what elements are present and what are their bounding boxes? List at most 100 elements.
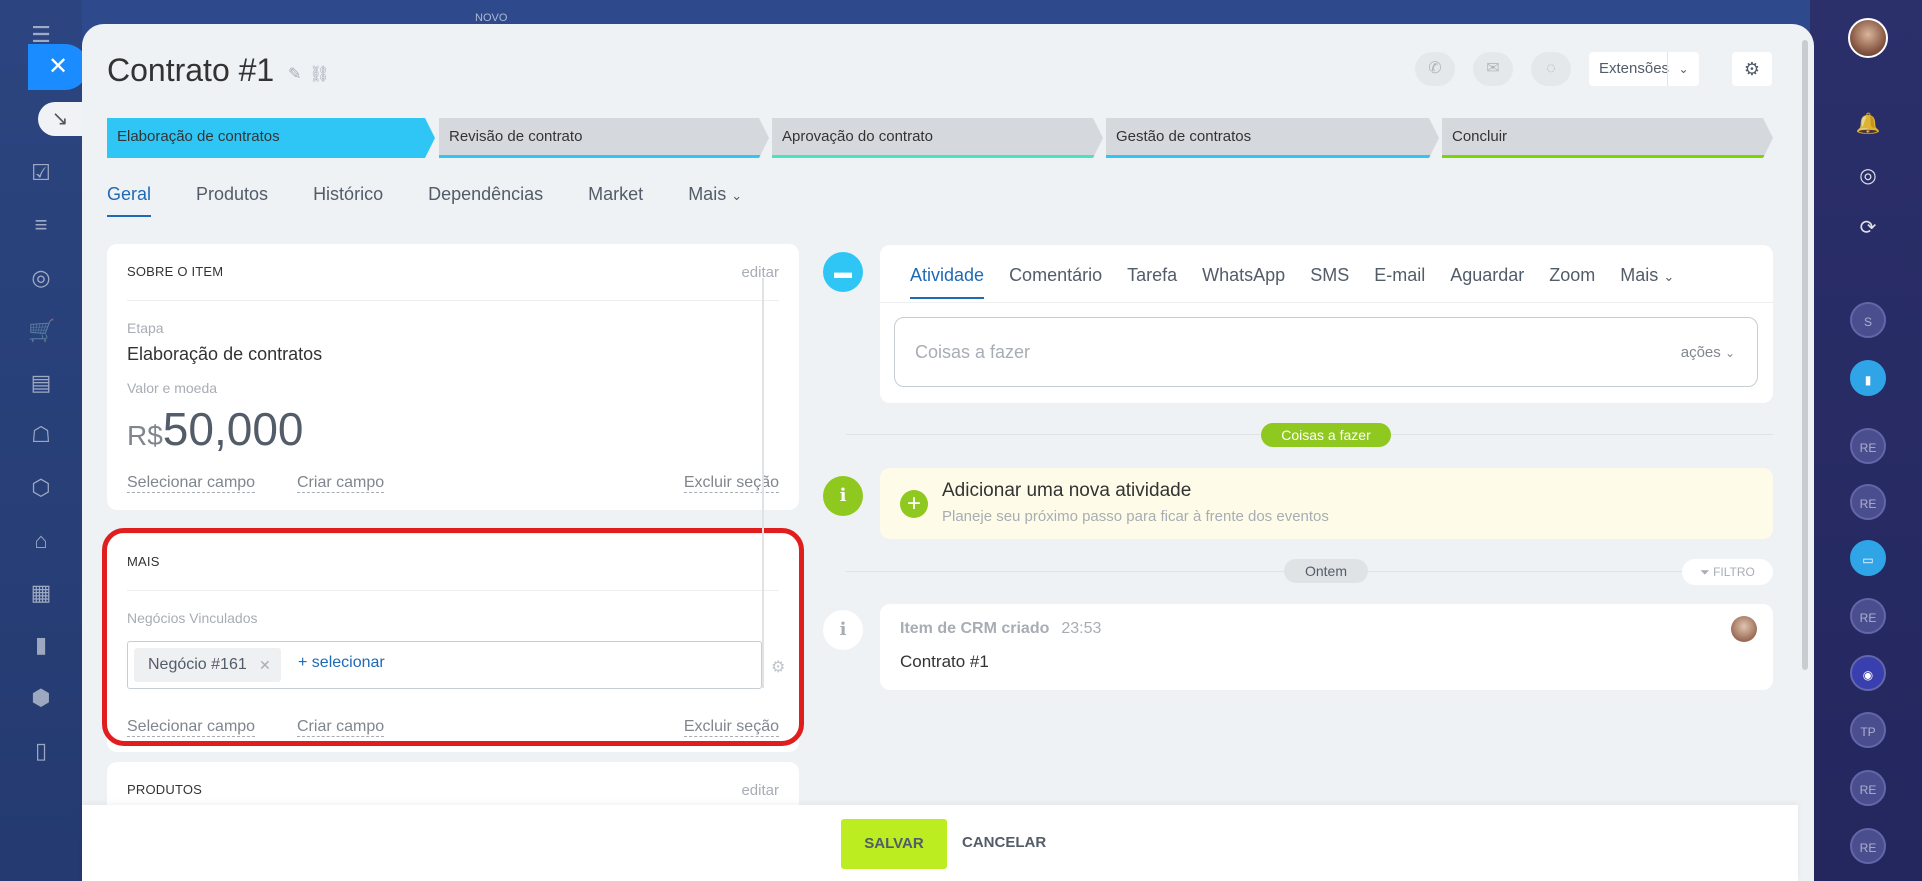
document-icon[interactable]: ▯ <box>28 738 54 764</box>
phone-icon[interactable]: ✆ <box>1415 52 1455 86</box>
delete-section-link[interactable]: Excluir seção <box>683 474 779 493</box>
top-label: NOVO <box>475 12 508 24</box>
gear-icon[interactable]: ⚙ <box>1732 52 1772 86</box>
highlight-frame <box>102 528 804 746</box>
store-icon[interactable]: ⌂ <box>28 528 54 554</box>
tab-whatsapp[interactable]: WhatsApp <box>1202 265 1285 299</box>
author-avatar[interactable] <box>1731 616 1757 642</box>
new-activity-title: Adicionar uma nova atividade <box>942 480 1192 501</box>
info-icon: i <box>823 610 863 650</box>
user-avatar[interactable] <box>1848 18 1888 58</box>
stage-bar <box>772 155 1103 158</box>
close-button[interactable]: ✕ <box>28 44 88 90</box>
new-activity-card[interactable]: + Adicionar uma nova atividade Planeje s… <box>880 468 1773 539</box>
collapse-arrow-button[interactable]: ↘ <box>38 102 82 136</box>
mail-icon[interactable]: ✉ <box>1473 52 1513 86</box>
chat-avatar[interactable]: RE <box>1850 484 1886 520</box>
tab-history[interactable]: Histórico <box>313 184 383 217</box>
bookmark-icon[interactable]: ▮ <box>1850 360 1886 396</box>
chat-avatar[interactable]: S <box>1850 302 1886 338</box>
target-icon[interactable]: ◎ <box>1852 160 1884 192</box>
filter-label: FILTRO <box>1713 565 1755 579</box>
chat-avatar[interactable]: RE <box>1850 828 1886 864</box>
openlines-icon[interactable]: ◉ <box>1850 655 1886 691</box>
stage-1[interactable]: Elaboração de contratos <box>107 118 435 158</box>
stage-2[interactable]: Revisão de contrato <box>439 118 769 158</box>
tab-email[interactable]: E-mail <box>1374 265 1425 299</box>
tab-more[interactable]: Mais ⌄ <box>1620 265 1674 299</box>
tab-products[interactable]: Produtos <box>196 184 268 217</box>
yesterday-pill: Ontem <box>1284 559 1368 583</box>
tab-task[interactable]: Tarefa <box>1127 265 1177 299</box>
activity-tabs: Atividade Comentário Tarefa WhatsApp SMS… <box>910 265 1699 299</box>
filter-button[interactable]: ⏷ FILTRO <box>1682 559 1773 585</box>
stage-3[interactable]: Aprovação do contrato <box>772 118 1103 158</box>
tab-sms[interactable]: SMS <box>1310 265 1349 299</box>
tab-wait[interactable]: Aguardar <box>1450 265 1524 299</box>
plus-icon[interactable]: + <box>900 490 928 518</box>
chat-avatar[interactable]: RE <box>1850 428 1886 464</box>
stage-field-value: Elaboração de contratos <box>127 344 323 364</box>
tasks-icon[interactable]: ☑ <box>28 160 54 186</box>
about-edit-link[interactable]: editar <box>741 264 779 281</box>
tab-market[interactable]: Market <box>588 184 643 217</box>
chat-avatar[interactable]: RE <box>1850 770 1886 806</box>
chat-icon[interactable]: ◌ <box>1531 52 1571 86</box>
products-edit-link[interactable]: editar <box>741 782 779 799</box>
cancel-button[interactable]: CANCELAR <box>962 834 1046 851</box>
todo-input[interactable]: Coisas a fazer ações ⌄ <box>894 317 1758 387</box>
tab-activity[interactable]: Atividade <box>910 265 985 299</box>
edit-link-icons[interactable]: ✎⛓ <box>288 64 338 84</box>
chat-avatar[interactable]: TP <box>1850 712 1886 748</box>
cart-icon[interactable]: 🛒 <box>28 318 55 344</box>
stage-bar <box>1442 155 1773 158</box>
todo-pill: Coisas a fazer <box>1261 423 1391 447</box>
box-icon[interactable]: ⬡ <box>28 475 54 501</box>
tab-comment[interactable]: Comentário <box>1009 265 1102 299</box>
extensions-label: Extensões <box>1599 60 1670 77</box>
contact-card-icon[interactable]: ▤ <box>28 370 54 396</box>
bell-icon[interactable]: 🔔 <box>1852 108 1884 140</box>
event-body: Contrato #1 <box>900 652 989 671</box>
robot-icon[interactable]: ☖ <box>28 422 54 448</box>
stage-field-label: Etapa <box>127 320 164 336</box>
select-field-link[interactable]: Selecionar campo <box>127 474 256 493</box>
tab-general[interactable]: Geral <box>107 184 152 217</box>
about-heading: SOBRE O ITEM <box>127 264 224 279</box>
extensions-button[interactable]: Extensões ⌄ <box>1589 52 1699 86</box>
stage-label: Gestão de contratos <box>1116 128 1252 145</box>
tab-more[interactable]: Mais ⌄ <box>688 184 742 217</box>
amount: 50,000 <box>162 403 304 455</box>
actions-label: ações <box>1680 344 1721 361</box>
right-sidebar: 🔔 ◎ ⟳ S ▮ RE RE ▭ RE ◉ TP RE RE <box>1810 0 1922 881</box>
tab-dependencies[interactable]: Dependências <box>428 184 543 217</box>
target-icon[interactable]: ◎ <box>28 265 54 291</box>
sync-icon[interactable]: ⟳ <box>1852 212 1884 244</box>
currency: R$ <box>127 420 163 451</box>
chat-group-icon[interactable]: ▭ <box>1850 540 1886 576</box>
save-button[interactable]: SALVAR <box>841 819 947 869</box>
event-time: 23:53 <box>1061 620 1102 637</box>
page-title: Contrato #1 <box>107 52 275 88</box>
stage-label: Concluir <box>1452 128 1508 145</box>
settings-hex-icon[interactable]: ⬢ <box>28 685 54 711</box>
crm-filter-icon[interactable]: ≡ <box>28 212 54 238</box>
todo-placeholder: Coisas a fazer <box>915 342 1031 362</box>
tab-zoom[interactable]: Zoom <box>1549 265 1595 299</box>
create-field-link[interactable]: Criar campo <box>297 474 385 493</box>
chart-icon[interactable]: ▮ <box>28 632 54 658</box>
chat-avatar[interactable]: RE <box>1850 598 1886 634</box>
chevron-down-icon: ⌄ <box>1724 346 1735 360</box>
scrollbar[interactable] <box>1802 40 1808 670</box>
chevron-down-icon: ⌄ <box>1663 269 1675 284</box>
stage-bar <box>439 155 769 158</box>
stage-5[interactable]: Concluir <box>1442 118 1773 158</box>
tab-more-label: Mais <box>688 184 727 204</box>
chevron-down-icon[interactable]: ⌄ <box>1667 52 1699 86</box>
stage-label: Elaboração de contratos <box>117 128 280 145</box>
calendar-icon[interactable]: ▦ <box>28 580 54 606</box>
divider <box>127 300 779 301</box>
stage-4[interactable]: Gestão de contratos <box>1106 118 1439 158</box>
filter-icon: ⏷ <box>1700 565 1710 579</box>
actions-dropdown[interactable]: ações ⌄ <box>1681 344 1735 361</box>
